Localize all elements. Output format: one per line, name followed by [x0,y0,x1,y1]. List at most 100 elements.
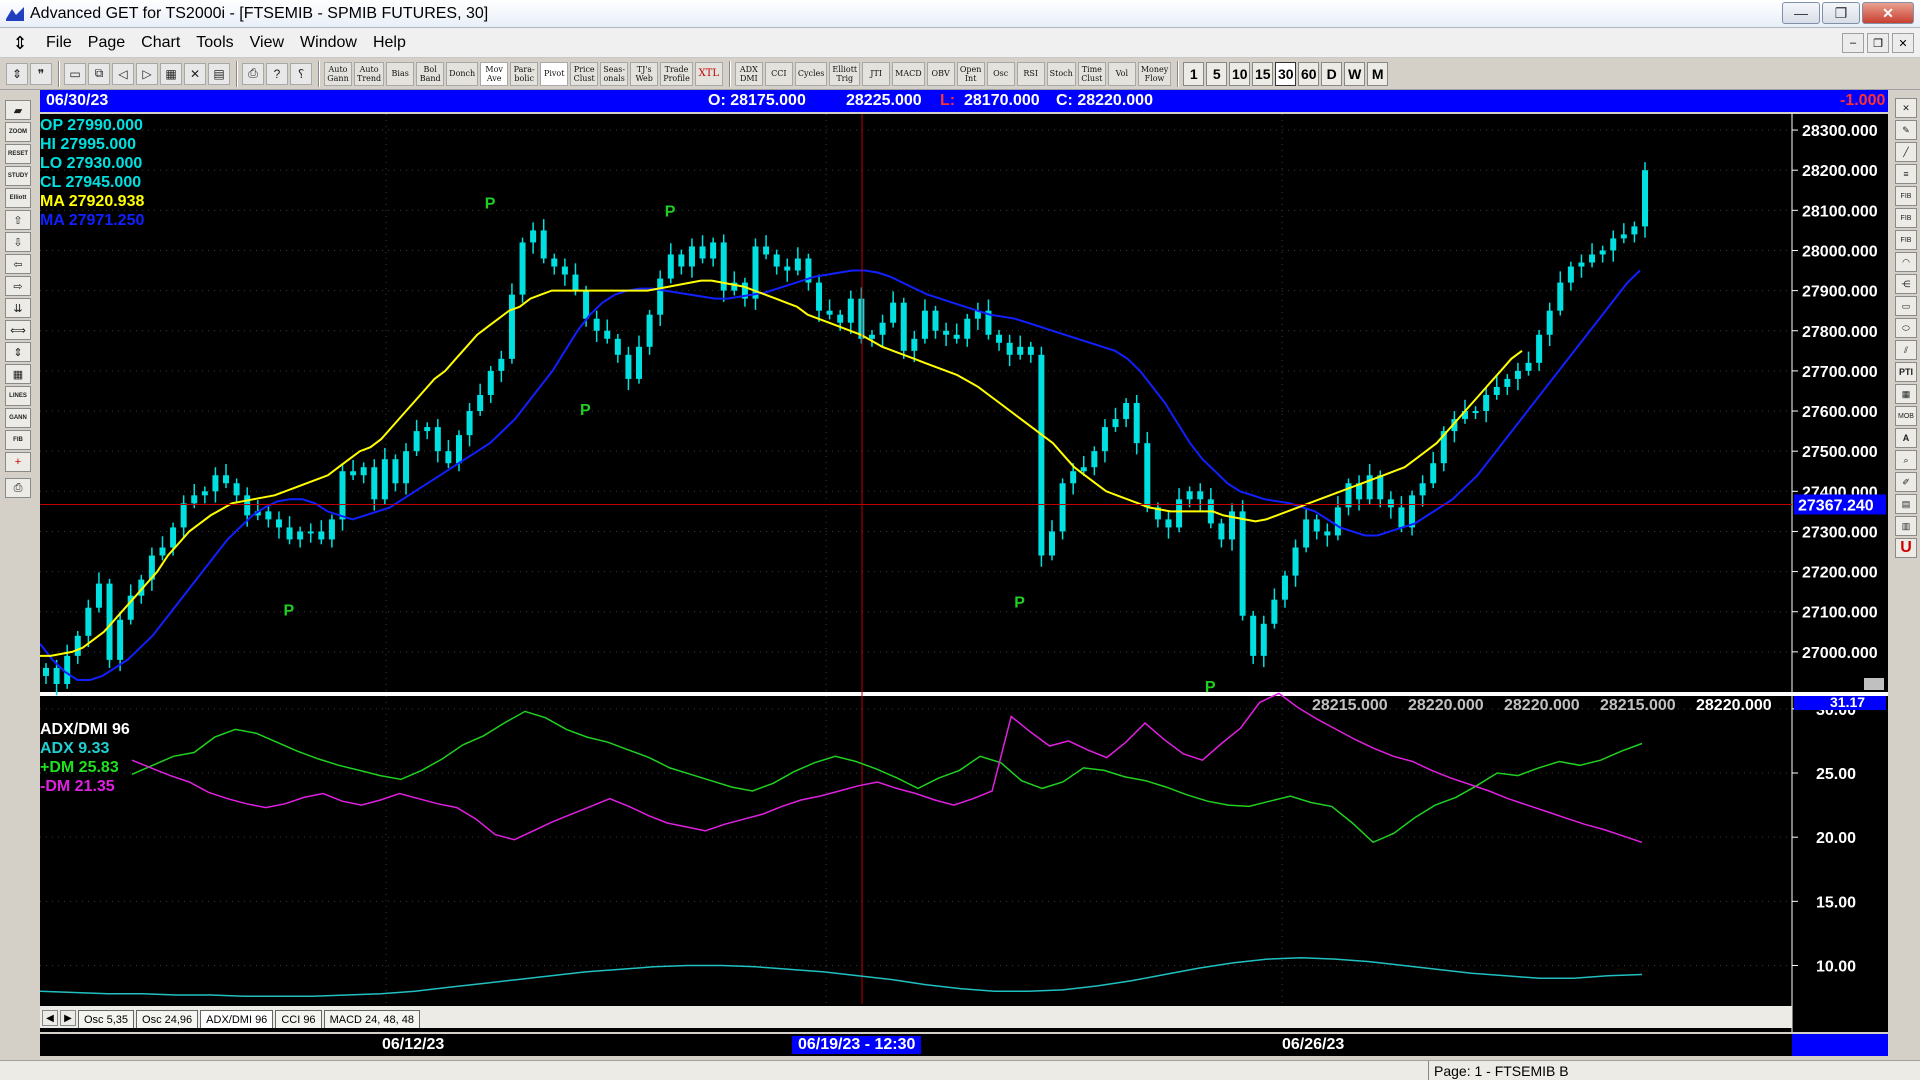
menu-file[interactable]: File [38,34,80,52]
minimize-button[interactable]: — [1782,2,1820,24]
menu-help[interactable]: Help [365,34,414,52]
table-icon[interactable]: ▦ [5,364,31,384]
interval-5-button[interactable]: 5 [1206,61,1228,86]
fib-tool-icon[interactable]: FIB [5,430,31,450]
jti-button[interactable]: JTI [862,61,891,86]
lines-tool-icon[interactable]: LINES [5,386,31,406]
tile-icon[interactable]: ▦ [160,62,182,85]
menu-view[interactable]: View [242,34,292,52]
undo-u-icon[interactable]: U [1895,538,1917,558]
tab-macd[interactable]: MACD 24, 48, 48 [323,1010,420,1028]
print-icon[interactable]: ⎙ [5,478,31,498]
interval-30-button[interactable]: 30 [1275,61,1297,86]
grid-icon[interactable]: ▤ [208,62,230,85]
document-icon[interactable]: ⇕ [10,33,30,53]
channel-icon[interactable]: ⫽ [1895,340,1917,360]
bol-band-button[interactable]: Bol Band [416,61,445,86]
mdi-restore-button[interactable]: ❐ [1867,33,1889,53]
price-clust-button[interactable]: Price Clust [570,61,599,86]
menu-window[interactable]: Window [292,34,365,52]
menu-chart[interactable]: Chart [133,34,188,52]
pti-tool-icon[interactable]: PTI [1895,362,1917,382]
time-clust-button[interactable]: Time Clust [1077,61,1106,86]
new-page-icon[interactable]: ▭ [64,62,86,85]
tab-scroll-right-icon[interactable]: ▶ [60,1010,76,1026]
back-icon[interactable]: ◁ [112,62,134,85]
pencil-icon[interactable]: ✎ [1895,120,1917,140]
interval-60-button[interactable]: 60 [1298,61,1320,86]
paint-icon[interactable]: ✐ [1895,472,1917,492]
rsi-button[interactable]: RSI [1016,61,1045,86]
rectangle-icon[interactable]: ▭ [1895,296,1917,316]
delete-icon[interactable]: ✕ [184,62,206,85]
fib-ext-icon[interactable]: FIB [1895,208,1917,228]
seasonals-button[interactable]: Seas- onals [600,61,629,86]
tjs-web-button[interactable]: TJ's Web [630,61,659,86]
tab-osc-24-96[interactable]: Osc 24,96 [136,1010,199,1028]
obv-button[interactable]: OBV [926,61,955,86]
fib-time-icon[interactable]: FIB [1895,230,1917,250]
tab-osc-5-35[interactable]: Osc 5,35 [78,1010,135,1028]
chart-canvas[interactable]: 28300.000 28200.000 28100.000 28000.000 2790… [40,114,1888,1032]
interval-weekly-button[interactable]: W [1344,61,1366,86]
calc-icon[interactable]: ▤ [1895,494,1917,514]
mdi-close-button[interactable]: ✕ [1892,33,1914,53]
fib-ret-icon[interactable]: FIB [1895,186,1917,206]
mov-ave-button[interactable]: Mov Ave [480,61,509,86]
auto-gann-button[interactable]: Auto Gann [324,61,352,86]
forward-icon[interactable]: ▷ [136,62,158,85]
close-button[interactable]: ✕ [1862,2,1914,24]
interval-10-button[interactable]: 10 [1229,61,1251,86]
mdi-minimize-button[interactable]: – [1842,33,1864,53]
expand-horizontal-icon[interactable]: ⟺ [5,320,31,340]
compress-icon[interactable]: ⇊ [5,298,31,318]
arrow-right-icon[interactable]: ⇨ [5,276,31,296]
tab-adx-dmi-96[interactable]: ADX/DMI 96 [200,1010,274,1028]
parabolic-button[interactable]: Para- bolic [510,61,539,86]
chart-area[interactable]: 28300.000 28200.000 28100.000 28000.000 2790… [40,114,1888,1032]
mob-tool-icon[interactable]: MOB [1895,406,1917,426]
interval-daily-button[interactable]: D [1321,61,1343,86]
vol-button[interactable]: Vol [1107,61,1136,86]
fan-icon[interactable]: ⋲ [1895,274,1917,294]
cycles-button[interactable]: Cycles [794,61,828,86]
bias-button[interactable]: Bias [386,61,415,86]
elliott-trig-button[interactable]: Elliott Trig [829,61,861,86]
expand-vertical-icon[interactable]: ⇕ [5,342,31,362]
crosshair-icon[interactable]: + [5,452,31,472]
text-tool-icon[interactable]: A [1895,428,1917,448]
maximize-button[interactable]: ❐ [1822,2,1860,24]
open-folder-icon[interactable]: ▰ [5,100,31,120]
pivot-button[interactable]: Pivot [540,61,569,86]
study-tool-icon[interactable]: STUDY [5,166,31,186]
arrow-up-icon[interactable]: ⇧ [5,210,31,230]
arc-icon[interactable]: ◠ [1895,252,1917,272]
close-tool-icon[interactable]: ✕ [1895,98,1917,118]
menu-tools[interactable]: Tools [188,34,241,52]
cci-button[interactable]: CCI [764,61,793,86]
open-int-button[interactable]: Open Int [956,61,985,86]
trendline-icon[interactable]: ╱ [1895,142,1917,162]
grid-tool-icon[interactable]: ▦ [1895,384,1917,404]
tab-scroll-left-icon[interactable]: ◀ [42,1010,58,1026]
cursor-icon[interactable]: ⇕ [6,62,28,85]
reset-tool-icon[interactable]: RESET [5,144,31,164]
money-flow-button[interactable]: Money Flow [1137,61,1172,86]
auto-trend-button[interactable]: Auto Trend [354,61,385,86]
zoom-tool-icon[interactable]: ZOOM [5,122,31,142]
parallel-lines-icon[interactable]: ≡ [1895,164,1917,184]
gann-tool-icon[interactable]: GANN [5,408,31,428]
tab-cci-96[interactable]: CCI 96 [275,1010,322,1028]
interval-15-button[interactable]: 15 [1252,61,1274,86]
arrow-down-icon[interactable]: ⇩ [5,232,31,252]
interval-monthly-button[interactable]: M [1367,61,1389,86]
interval-1-button[interactable]: 1 [1183,61,1205,86]
macd-button[interactable]: MACD [892,61,925,86]
note-icon[interactable]: ▥ [1895,516,1917,536]
copy-icon[interactable]: ⧉ [88,62,110,85]
elliott-tool-icon[interactable]: Elliott [5,188,31,208]
menu-page[interactable]: Page [80,34,133,52]
stoch-button[interactable]: Stoch [1046,61,1076,86]
quote-icon[interactable]: ❞ [30,62,52,85]
trade-profile-button[interactable]: Trade Profile [660,61,693,86]
